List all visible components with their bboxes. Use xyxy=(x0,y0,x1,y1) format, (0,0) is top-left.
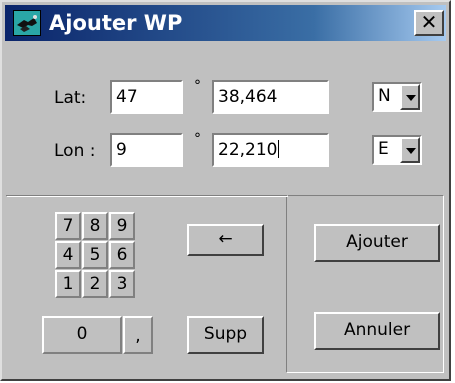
arrow-left-icon: ← xyxy=(218,229,233,249)
lon-hemisphere-value: E xyxy=(378,139,389,159)
lon-hemisphere-select[interactable]: E xyxy=(372,135,422,165)
cancel-button-label: Annuler xyxy=(343,320,411,340)
key-5[interactable]: 5 xyxy=(82,241,108,269)
lon-degrees-value: 9 xyxy=(116,140,127,160)
add-button-label: Ajouter xyxy=(346,232,408,252)
backspace-button[interactable]: ← xyxy=(187,224,264,256)
lat-degree-symbol: ° xyxy=(194,78,201,94)
dialog-window: Ajouter WP ✕ Lat: 47 ° 38,464 N Lon : 9 … xyxy=(0,0,451,381)
lon-minutes-input[interactable]: 22,210 xyxy=(212,133,329,167)
key-3[interactable]: 3 xyxy=(109,270,135,298)
app-icon xyxy=(13,10,41,36)
lat-degrees-input[interactable]: 47 xyxy=(110,80,183,114)
close-icon: ✕ xyxy=(420,10,438,34)
lat-label: Lat: xyxy=(54,88,87,108)
key-1[interactable]: 1 xyxy=(55,270,81,298)
key-0[interactable]: 0 xyxy=(42,316,122,354)
key-7[interactable]: 7 xyxy=(55,212,81,240)
text-cursor xyxy=(278,140,280,158)
lat-minutes-input[interactable]: 38,464 xyxy=(212,80,329,114)
delete-button-label: Supp xyxy=(203,324,248,344)
window-title: Ajouter WP xyxy=(49,11,183,35)
lon-degrees-input[interactable]: 9 xyxy=(110,133,183,167)
chevron-down-icon[interactable] xyxy=(400,137,420,163)
title-bar[interactable]: Ajouter WP ✕ xyxy=(5,5,446,41)
key-2[interactable]: 2 xyxy=(82,270,108,298)
lon-label: Lon : xyxy=(54,141,96,161)
key-9[interactable]: 9 xyxy=(109,212,135,240)
lat-hemisphere-value: N xyxy=(378,86,391,106)
delete-button[interactable]: Supp xyxy=(187,316,264,354)
lon-minutes-value: 22,210 xyxy=(218,140,278,160)
add-button[interactable]: Ajouter xyxy=(314,224,440,262)
key-6[interactable]: 6 xyxy=(109,241,135,269)
lat-hemisphere-select[interactable]: N xyxy=(372,82,422,112)
key-comma[interactable]: , xyxy=(123,316,153,354)
chevron-down-icon[interactable] xyxy=(400,84,420,110)
lat-degrees-value: 47 xyxy=(116,87,138,107)
cancel-button[interactable]: Annuler xyxy=(314,312,440,350)
close-button[interactable]: ✕ xyxy=(414,10,444,36)
separator-line xyxy=(6,195,288,197)
lat-minutes-value: 38,464 xyxy=(218,87,278,107)
key-4[interactable]: 4 xyxy=(55,241,81,269)
lon-degree-symbol: ° xyxy=(194,131,201,147)
key-8[interactable]: 8 xyxy=(82,212,108,240)
